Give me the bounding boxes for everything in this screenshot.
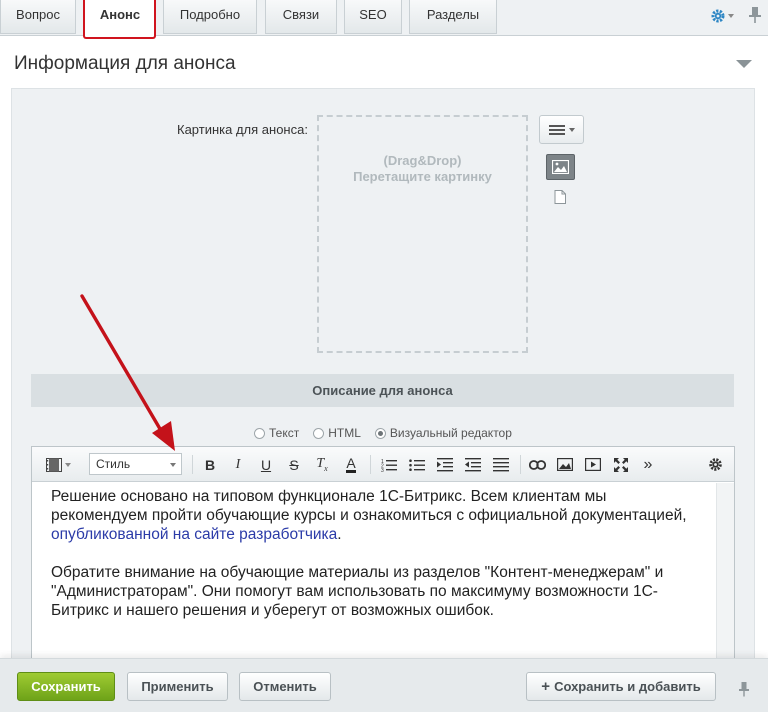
editor-settings-button[interactable] [704, 454, 726, 475]
insert-image-button[interactable] [554, 454, 576, 475]
underline-icon: U [260, 456, 272, 473]
video-icon [585, 458, 601, 471]
underline-button[interactable]: U [256, 454, 276, 475]
mode-html[interactable]: HTML [313, 425, 361, 441]
bold-button[interactable]: B [200, 454, 220, 475]
tab-links[interactable]: Связи [265, 0, 337, 34]
picture-menu-button[interactable] [539, 115, 584, 144]
fullscreen-icon [614, 457, 628, 472]
tab-seo[interactable]: SEO [344, 0, 402, 34]
description-header: Описание для анонса [31, 374, 734, 407]
gear-icon [711, 9, 725, 23]
tab-sections[interactable]: Разделы [409, 0, 497, 34]
image-icon [557, 458, 573, 471]
remove-format-button[interactable]: Tx [312, 454, 332, 475]
svg-text:3: 3 [381, 468, 384, 472]
content-paragraph: Решение основано на типовом функционале … [51, 488, 687, 543]
tab-settings-button[interactable] [710, 6, 738, 26]
align-justify-icon [493, 457, 509, 471]
more-button[interactable]: » [638, 454, 658, 475]
mode-visual[interactable]: Визуальный редактор [374, 425, 512, 441]
ordered-list-button[interactable]: 123 [378, 454, 400, 475]
editor-toolbar: Стиль B I U S Tx A 123 » [32, 447, 734, 482]
tab-bar: Вопрос Анонс Подробно Связи SEO Разделы [0, 0, 768, 37]
link-icon [528, 459, 546, 470]
image-upload-button[interactable] [546, 154, 575, 180]
chevron-down-icon [170, 463, 176, 467]
bullet-list-icon [409, 458, 425, 471]
picture-dropzone[interactable]: (Drag&Drop) Перетащите картинку [317, 115, 528, 353]
file-icon[interactable] [554, 190, 566, 204]
cancel-button[interactable]: Отменить [239, 672, 331, 701]
save-and-add-button[interactable]: + Сохранить и добавить [526, 672, 716, 701]
toolbar-divider [192, 455, 193, 474]
visual-editor: Стиль B I U S Tx A 123 » Решение основан… [31, 446, 735, 659]
mode-text[interactable]: Текст [254, 425, 299, 441]
snippets-button[interactable] [42, 454, 74, 475]
dropzone-hint-1: (Drag&Drop) [383, 153, 462, 168]
dropzone-hint-2: Перетащите картинку [353, 169, 492, 184]
more-icon: » [643, 455, 653, 473]
editor-mode-switch: Текст HTML Визуальный редактор [254, 425, 512, 441]
tab-question[interactable]: Вопрос [0, 0, 76, 34]
section-title: Информация для анонса [14, 53, 236, 74]
italic-button[interactable]: I [228, 454, 248, 475]
gear-icon [708, 458, 722, 471]
tab-announce[interactable]: Анонс [84, 0, 156, 37]
outdent-icon [465, 457, 481, 471]
tab-details[interactable]: Подробно [163, 0, 257, 34]
link-button[interactable] [526, 454, 548, 475]
strike-button[interactable]: S [284, 454, 304, 475]
clear-format-icon: Tx [316, 456, 328, 473]
editor-content[interactable]: Решение основано на типовом функционале … [51, 487, 691, 639]
indent-button[interactable] [434, 454, 456, 475]
outdent-button[interactable] [462, 454, 484, 475]
ordered-list-icon: 123 [381, 459, 397, 472]
pin-icon[interactable] [738, 681, 750, 697]
radio-icon[interactable] [313, 427, 325, 439]
toolbar-divider [520, 455, 521, 474]
chevron-down-icon [64, 462, 71, 467]
image-icon [552, 160, 569, 174]
style-select[interactable]: Стиль [89, 453, 182, 475]
footer-bar: Сохранить Применить Отменить + Сохранить … [0, 658, 768, 712]
plus-icon: + [541, 678, 551, 695]
radio-icon[interactable] [374, 427, 386, 439]
insert-video-button[interactable] [582, 454, 604, 475]
film-icon [45, 457, 62, 472]
apply-button[interactable]: Применить [127, 672, 228, 701]
save-button[interactable]: Сохранить [17, 672, 115, 701]
font-color-button[interactable]: A [340, 454, 362, 475]
font-color-icon: A [346, 455, 356, 473]
align-button[interactable] [490, 454, 512, 475]
chevron-down-icon [568, 127, 575, 132]
collapse-arrow-icon[interactable] [736, 60, 752, 68]
toolbar-divider [370, 455, 371, 474]
editor-scrollbar[interactable] [716, 483, 734, 659]
chevron-down-icon [728, 14, 734, 18]
radio-icon[interactable] [254, 427, 265, 439]
bold-icon: B [204, 456, 216, 473]
bullet-list-button[interactable] [406, 454, 428, 475]
picture-label: Картинка для анонса: [177, 122, 308, 137]
content-paragraph: Обратите внимание на обучающие материалы… [51, 564, 664, 619]
hamburger-icon [548, 124, 565, 135]
strikethrough-icon: S [289, 456, 299, 473]
developer-site-link[interactable]: опубликованной на сайте разработчика [51, 526, 337, 543]
italic-icon: I [235, 456, 241, 472]
indent-icon [437, 457, 453, 471]
pin-icon[interactable] [748, 6, 762, 24]
fullscreen-button[interactable] [610, 454, 632, 475]
